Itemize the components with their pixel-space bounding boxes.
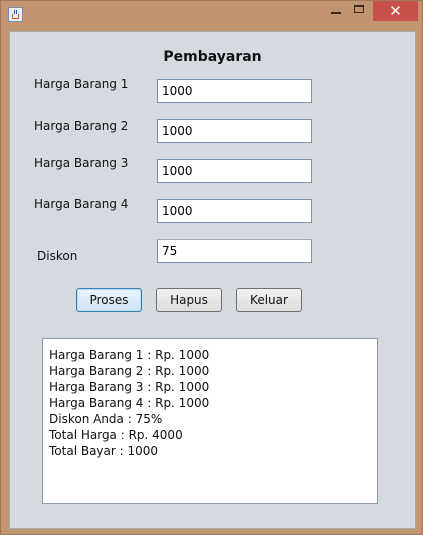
close-icon: ✕: [389, 2, 402, 20]
label-harga-barang-4: Harga Barang 4: [34, 197, 129, 211]
label-harga-barang-2: Harga Barang 2: [34, 119, 129, 133]
close-button[interactable]: ✕: [373, 1, 418, 21]
maximize-button[interactable]: [349, 1, 371, 21]
app-window: ✕ Pembayaran Harga Barang 1 1000 Harga B…: [0, 0, 423, 535]
proses-button[interactable]: Proses: [76, 288, 142, 312]
output-line: Harga Barang 4 : Rp. 1000: [49, 396, 210, 410]
title-bar[interactable]: ✕: [1, 1, 422, 27]
output-line: Harga Barang 3 : Rp. 1000: [49, 380, 210, 394]
minimize-icon: [331, 12, 341, 14]
diskon-input[interactable]: 75: [157, 239, 312, 263]
keluar-button[interactable]: Keluar: [236, 288, 302, 312]
output-line: Harga Barang 1 : Rp. 1000: [49, 348, 210, 362]
label-diskon: Diskon: [37, 249, 78, 263]
output-line: Harga Barang 2 : Rp. 1000: [49, 364, 210, 378]
form-panel: Pembayaran Harga Barang 1 1000 Harga Bar…: [9, 31, 416, 529]
minimize-button[interactable]: [323, 1, 349, 21]
output-line: Diskon Anda : 75%: [49, 412, 163, 426]
label-harga-barang-1: Harga Barang 1: [34, 77, 129, 91]
output-line: Total Harga : Rp. 4000: [49, 428, 183, 442]
harga-barang-3-input[interactable]: 1000: [157, 159, 312, 183]
label-harga-barang-3: Harga Barang 3: [34, 156, 129, 170]
harga-barang-2-input[interactable]: 1000: [157, 119, 312, 143]
hapus-button[interactable]: Hapus: [156, 288, 222, 312]
output-line: Total Bayar : 1000: [49, 444, 159, 458]
maximize-icon: [354, 5, 364, 13]
harga-barang-4-input[interactable]: 1000: [157, 199, 312, 223]
harga-barang-1-input[interactable]: 1000: [157, 79, 312, 103]
page-title: Pembayaran: [163, 49, 262, 65]
output-textarea[interactable]: Harga Barang 1 : Rp. 1000 Harga Barang 2…: [42, 338, 378, 504]
java-icon[interactable]: [8, 7, 23, 22]
java-cup-icon: [12, 14, 19, 19]
